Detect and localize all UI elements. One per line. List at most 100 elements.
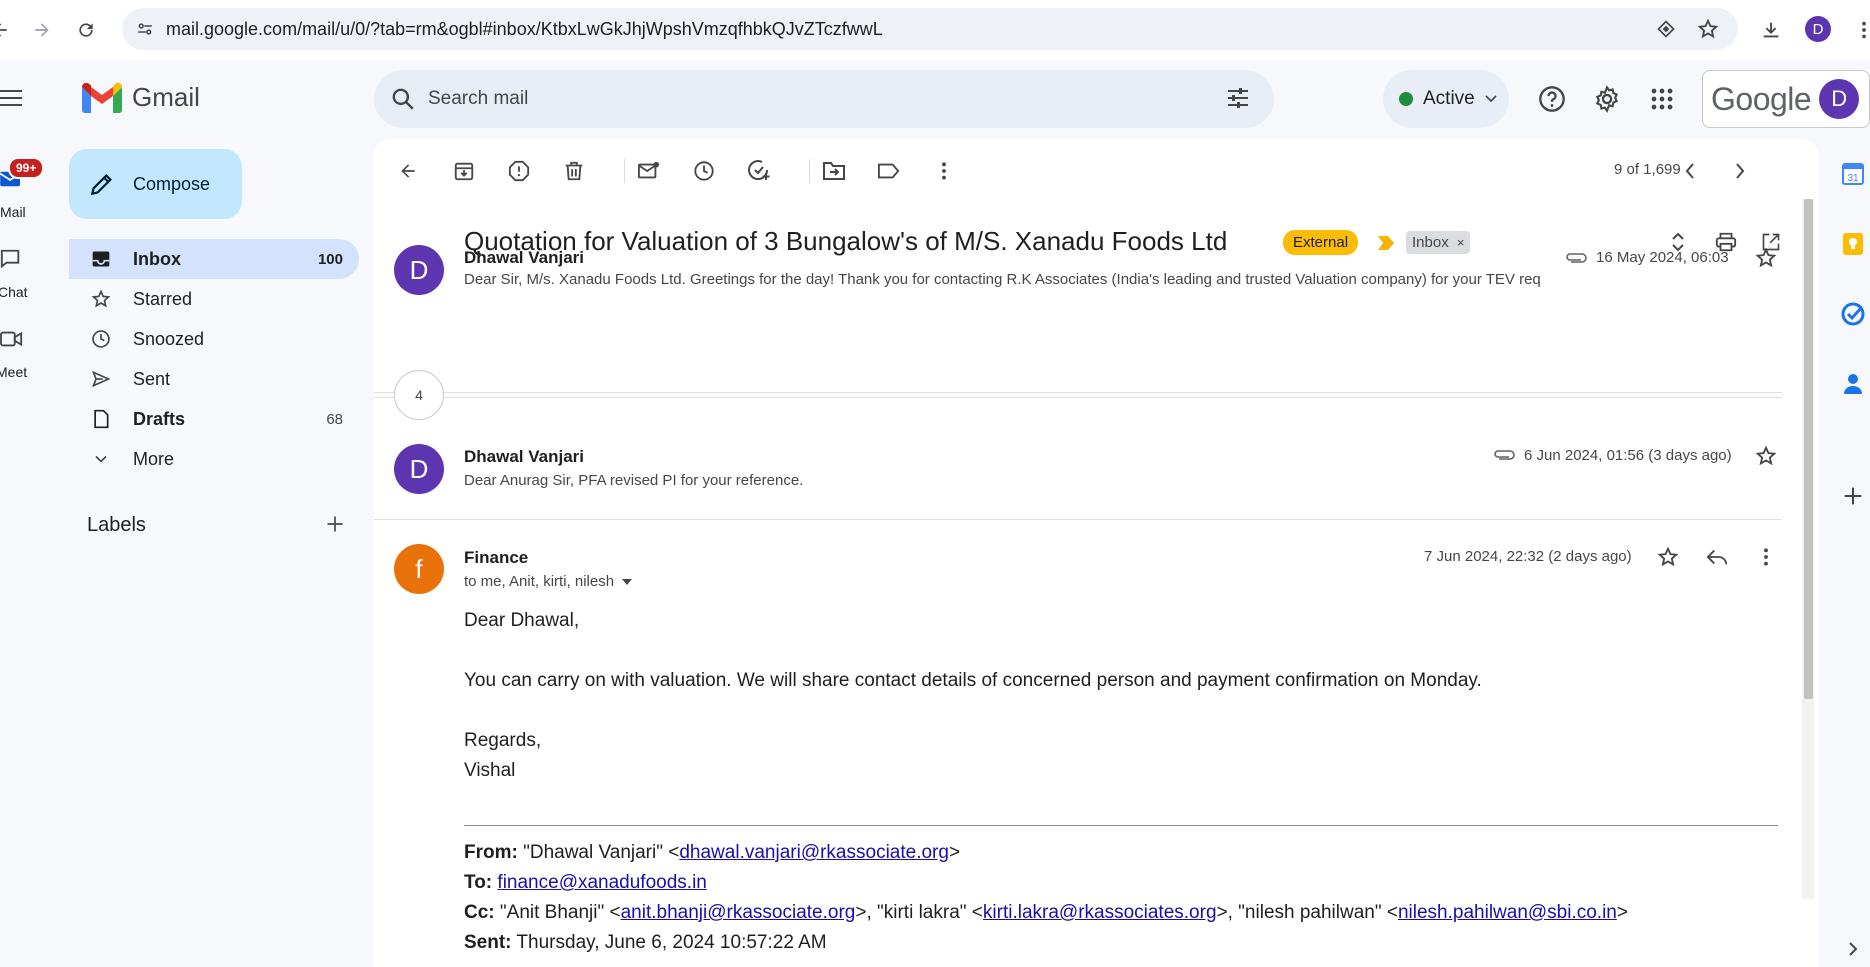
reload-icon[interactable] xyxy=(72,16,100,44)
quote-divider xyxy=(464,825,1778,826)
calendar-icon[interactable]: 31 xyxy=(1840,161,1866,187)
add-task-icon[interactable] xyxy=(745,157,773,185)
toolbar-divider xyxy=(809,159,810,183)
cc1-email-link[interactable]: anit.bhanji@rkassociate.org xyxy=(621,902,856,923)
move-to-folder-icon[interactable] xyxy=(820,157,848,185)
quoted-cc-line: Cc: "Anit Bhanji" <anit.bhanji@rkassocia… xyxy=(464,902,1628,924)
snooze-clock-icon[interactable] xyxy=(690,157,718,185)
external-label-chip: External xyxy=(1283,230,1359,255)
sidebar-item-label: Snoozed xyxy=(133,328,205,349)
account-switcher[interactable]: Google D xyxy=(1702,70,1870,128)
sender-avatar: D xyxy=(394,444,444,494)
back-to-inbox-icon[interactable] xyxy=(394,157,422,185)
to-label: To: xyxy=(464,872,493,893)
close-icon[interactable]: × xyxy=(1457,235,1465,250)
recipients-list: to me, Anit, kirti, nilesh xyxy=(464,573,615,590)
message-snippet: Dear Anurag Sir, PFA revised PI for your… xyxy=(464,472,804,489)
cc2-email-link[interactable]: kirti.lakra@rkassociates.org xyxy=(983,902,1217,923)
quoted-sent-line: Sent: Thursday, June 6, 2024 10:57:22 AM xyxy=(464,932,827,954)
pencil-icon xyxy=(89,171,115,197)
body-signature: Vishal xyxy=(464,760,516,781)
status-selector[interactable]: Active xyxy=(1383,70,1509,128)
forward-arrow-icon[interactable] xyxy=(28,16,56,44)
browser-profile-avatar[interactable]: D xyxy=(1805,16,1831,42)
browser-bar: mail.google.com/mail/u/0/?tab=rm&ogbl#in… xyxy=(0,0,1870,60)
archive-icon[interactable] xyxy=(450,157,478,185)
back-arrow-icon[interactable] xyxy=(0,16,14,44)
status-label: Active xyxy=(1423,88,1475,109)
quoted-from-line: From: "Dhawal Vanjari" <dhawal.vanjari@r… xyxy=(464,842,960,864)
sender-avatar: f xyxy=(394,544,444,594)
drafts-count: 68 xyxy=(326,410,343,428)
rail-mail-label: Mail xyxy=(0,204,26,220)
url-text: mail.google.com/mail/u/0/?tab=rm&ogbl#in… xyxy=(166,19,883,39)
pager-count: 9 of 1,699 xyxy=(1614,161,1681,178)
delete-trash-icon[interactable] xyxy=(560,157,588,185)
from-label: From: xyxy=(464,842,518,863)
sidebar-item-sent[interactable]: Sent xyxy=(69,359,359,399)
compose-button[interactable]: Compose xyxy=(69,149,242,219)
tasks-icon[interactable] xyxy=(1840,301,1866,327)
svg-text:31: 31 xyxy=(1847,173,1859,184)
gmail-logo[interactable]: Gmail xyxy=(82,82,200,113)
message-date: 16 May 2024, 06:03 xyxy=(1596,249,1729,266)
cc3-email-link[interactable]: nilesh.pahilwan@sbi.co.in xyxy=(1398,902,1617,923)
site-info-icon[interactable] xyxy=(136,20,154,38)
star-icon[interactable] xyxy=(1754,444,1778,468)
browser-menu-icon[interactable] xyxy=(1850,16,1870,44)
main-menu-icon[interactable] xyxy=(0,86,26,112)
report-spam-icon[interactable] xyxy=(505,157,533,185)
star-icon[interactable] xyxy=(1656,545,1680,569)
message-divider xyxy=(374,519,1782,520)
body-regards: Regards, xyxy=(464,730,542,751)
collapsed-messages-count[interactable]: 4 xyxy=(394,370,444,420)
settings-gear-icon[interactable] xyxy=(1592,84,1622,114)
labels-heading: Labels xyxy=(87,514,146,536)
chevron-right-icon[interactable] xyxy=(1840,936,1866,962)
sidebar-item-more[interactable]: More xyxy=(69,439,359,479)
bookmark-star-icon[interactable] xyxy=(1697,18,1719,40)
message-view: 9 of 1,699 Quotation for Valuation of 3 … xyxy=(374,139,1818,967)
search-bar[interactable] xyxy=(374,70,1274,128)
send-icon xyxy=(91,369,111,389)
search-options-icon[interactable] xyxy=(1226,86,1250,110)
newer-chevron-left-icon[interactable] xyxy=(1676,157,1704,185)
extension-icon[interactable] xyxy=(1656,19,1676,39)
help-icon[interactable] xyxy=(1537,84,1567,114)
rail-chat-label: Chat xyxy=(0,284,28,300)
from-email-link[interactable]: dhawal.vanjari@rkassociate.org xyxy=(679,842,949,863)
attachment-clip-icon xyxy=(1492,443,1516,467)
older-chevron-right-icon[interactable] xyxy=(1726,157,1754,185)
compose-label: Compose xyxy=(133,173,211,194)
from-name: "Dhawal Vanjari" < xyxy=(517,842,680,863)
apps-grid-icon[interactable] xyxy=(1647,84,1677,114)
inbox-label-chip[interactable]: Inbox × xyxy=(1406,231,1471,254)
address-bar[interactable]: mail.google.com/mail/u/0/?tab=rm&ogbl#in… xyxy=(122,8,1738,50)
keep-notes-icon[interactable] xyxy=(1840,231,1866,257)
inbox-count: 100 xyxy=(317,250,343,268)
more-vert-icon[interactable] xyxy=(930,157,958,185)
sidebar-item-starred[interactable]: Starred xyxy=(69,279,359,319)
sidebar-item-inbox[interactable]: Inbox 100 xyxy=(69,239,359,279)
plus-icon[interactable] xyxy=(325,514,347,536)
important-marker-icon[interactable] xyxy=(1378,236,1394,250)
reply-icon[interactable] xyxy=(1705,545,1729,569)
scrollbar-thumb[interactable] xyxy=(1804,199,1813,699)
to-email-link[interactable]: finance@xanadufoods.in xyxy=(497,872,706,893)
sidebar-item-snoozed[interactable]: Snoozed xyxy=(69,319,359,359)
search-input[interactable] xyxy=(428,84,1128,114)
from-close: > xyxy=(948,842,961,863)
star-icon[interactable] xyxy=(1754,246,1778,270)
search-icon[interactable] xyxy=(390,86,416,112)
sidebar-item-drafts[interactable]: Drafts 68 xyxy=(69,399,359,439)
download-icon[interactable] xyxy=(1757,16,1785,44)
cc3-name: >, "nilesh pahilwan" < xyxy=(1216,902,1398,923)
mark-unread-icon[interactable] xyxy=(635,157,663,185)
more-vert-icon[interactable] xyxy=(1754,545,1778,569)
sender-name: Dhawal Vanjari xyxy=(464,447,584,466)
label-tag-icon[interactable] xyxy=(875,157,903,185)
recipients-toggle[interactable]: to me, Anit, kirti, nilesh xyxy=(464,573,633,590)
contacts-icon[interactable] xyxy=(1840,371,1866,397)
google-wordmark: Google xyxy=(1711,80,1812,117)
add-addon-plus-icon[interactable] xyxy=(1840,483,1866,509)
